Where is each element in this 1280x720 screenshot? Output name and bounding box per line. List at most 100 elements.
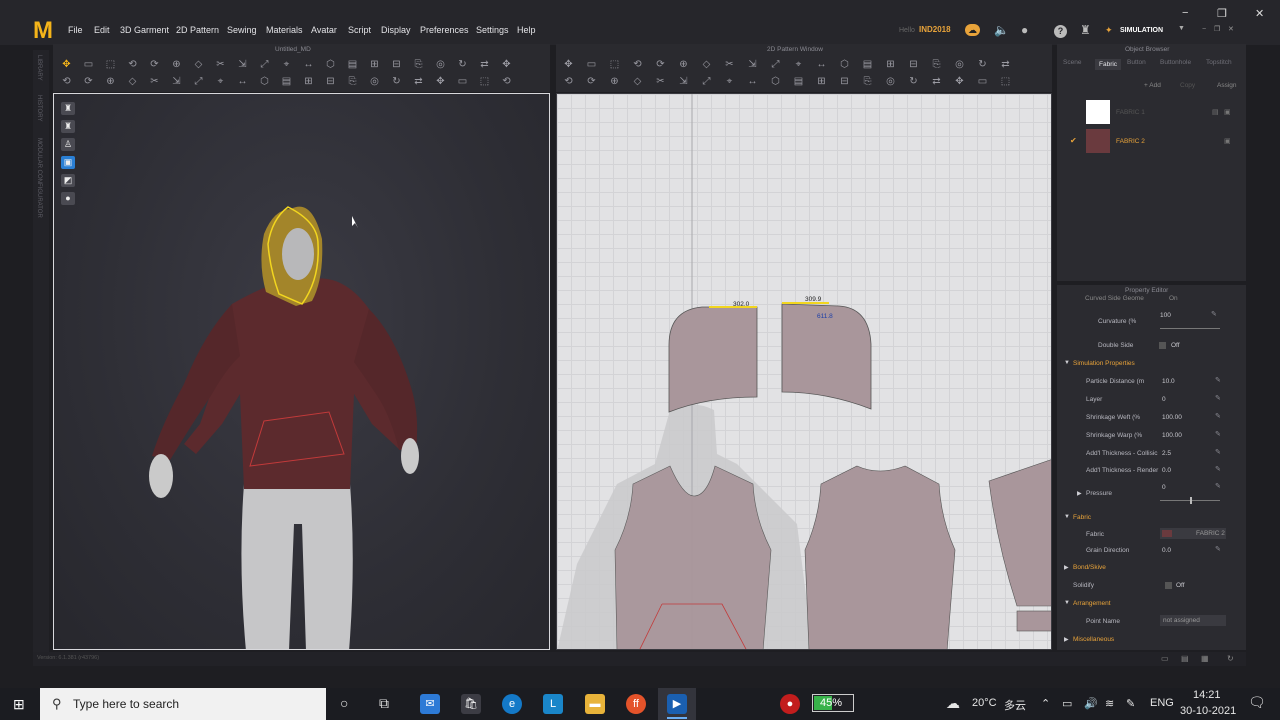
3d-tool-icon[interactable]: ⎘ — [412, 59, 425, 70]
3d-tool-icon[interactable]: ⊟ — [324, 76, 337, 87]
windows-start-icon[interactable]: ⊞ — [13, 696, 25, 713]
tab-topstitch[interactable]: Topstitch — [1206, 59, 1232, 66]
3d-tool-icon[interactable]: ↔ — [302, 59, 315, 70]
3d-tool-icon[interactable]: ⟳ — [148, 59, 161, 70]
2d-tool-icon[interactable]: ↻ — [976, 59, 989, 70]
miscellaneous-header[interactable]: Miscellaneous — [1073, 636, 1114, 643]
3d-tool-icon[interactable]: ◇ — [192, 59, 205, 70]
fabric-2-save-icon[interactable]: ▣ — [1224, 137, 1231, 145]
3d-tool-icon[interactable]: ✥ — [60, 59, 73, 70]
menu-display[interactable]: Display — [381, 25, 411, 35]
window-maximize-button[interactable]: ❐ — [1217, 7, 1227, 20]
2d-tool-icon[interactable]: ⇲ — [746, 59, 759, 70]
2d-tool-icon[interactable]: ⎘ — [861, 76, 874, 87]
2d-tool-icon[interactable]: ⇲ — [677, 76, 690, 87]
curvature-value[interactable]: 100 — [1160, 312, 1171, 319]
window-close-button[interactable]: ✕ — [1255, 7, 1264, 20]
tab-button[interactable]: Button — [1127, 59, 1146, 66]
clock-date[interactable]: 30-10-2021 — [1180, 705, 1236, 717]
taskbar-search-box[interactable]: ⚲ Type here to search — [40, 688, 326, 720]
window-minimize-button[interactable]: − — [1182, 7, 1188, 19]
shrinkage-weft-edit-icon[interactable]: ✎ — [1215, 412, 1221, 420]
2d-tool-icon[interactable]: ◇ — [631, 76, 644, 87]
lightshot-app-icon[interactable]: L — [543, 694, 563, 714]
file-explorer-icon[interactable]: ▬ — [585, 694, 605, 714]
grain-direction-edit-icon[interactable]: ✎ — [1215, 545, 1221, 553]
menu-settings[interactable]: Settings — [476, 25, 509, 35]
fabric-dropdown[interactable]: FABRIC 2 — [1160, 528, 1226, 539]
2d-tool-icon[interactable]: ↻ — [907, 76, 920, 87]
3d-tool-icon[interactable]: ⤢ — [258, 59, 271, 70]
pressure-edit-icon[interactable]: ✎ — [1215, 482, 1221, 490]
2d-tool-icon[interactable]: ⊕ — [608, 76, 621, 87]
shrinkage-warp-value[interactable]: 100.00 — [1162, 432, 1182, 439]
2d-tool-icon[interactable]: ⬚ — [999, 76, 1012, 87]
recorder-icon[interactable]: ● — [780, 694, 800, 714]
2d-tool-icon[interactable]: ◎ — [884, 76, 897, 87]
curved-side-value[interactable]: On — [1169, 295, 1178, 302]
2d-tool-icon[interactable]: ▤ — [792, 76, 805, 87]
arrangement-header[interactable]: Arrangement — [1073, 600, 1111, 607]
3d-tool-icon[interactable]: ⊕ — [104, 76, 117, 87]
3d-tool-icon[interactable]: ⌖ — [214, 76, 227, 87]
3d-tool-icon[interactable]: ⊞ — [302, 76, 315, 87]
thickness-render-value[interactable]: 0.0 — [1162, 467, 1171, 474]
3d-tool-icon[interactable]: ✂ — [214, 59, 227, 70]
menu-file[interactable]: File — [68, 25, 83, 35]
double-side-checkbox[interactable] — [1159, 342, 1166, 349]
wifi-icon[interactable]: ≋ — [1105, 697, 1114, 710]
fabric-section-toggle-icon[interactable]: ▼ — [1064, 514, 1070, 520]
pressure-slider-handle[interactable] — [1190, 497, 1192, 504]
assign-button[interactable]: Assign — [1217, 82, 1237, 89]
menu-materials[interactable]: Materials — [266, 25, 303, 35]
menu-script[interactable]: Script — [348, 25, 371, 35]
thickness-render-edit-icon[interactable]: ✎ — [1215, 465, 1221, 473]
cortana-icon[interactable]: ○ — [340, 695, 348, 711]
3d-tool-icon[interactable]: ⊞ — [368, 59, 381, 70]
weather-description[interactable]: 多云 — [1004, 697, 1026, 713]
2d-tool-icon[interactable]: ⊟ — [838, 76, 851, 87]
tab-buttonhole[interactable]: Buttonhole — [1160, 59, 1191, 66]
pressure-value[interactable]: 0 — [1162, 484, 1166, 491]
menu-2d-pattern[interactable]: 2D Pattern — [176, 25, 219, 35]
3d-tool-icon[interactable]: ▭ — [456, 76, 469, 87]
add-button[interactable]: + Add — [1144, 82, 1161, 89]
2d-tool-icon[interactable]: ⟲ — [631, 59, 644, 70]
thickness-collision-value[interactable]: 2.5 — [1162, 450, 1171, 457]
2d-tool-icon[interactable]: ⇄ — [999, 59, 1012, 70]
fabric-1-swatch[interactable] — [1086, 100, 1110, 124]
3d-tool-icon[interactable]: ⤢ — [192, 76, 205, 87]
refresh-icon[interactable]: ↻ — [1227, 654, 1234, 663]
2d-tool-icon[interactable]: ⬡ — [838, 59, 851, 70]
3d-tool-icon[interactable]: ⎘ — [346, 76, 359, 87]
help-icon[interactable]: ? — [1054, 25, 1067, 38]
3d-tool-icon[interactable]: ⊕ — [170, 59, 183, 70]
2d-tool-icon[interactable]: ⌖ — [723, 76, 736, 87]
3d-tool-icon[interactable]: ✂ — [148, 76, 161, 87]
3d-tool-icon[interactable]: ◎ — [434, 59, 447, 70]
fabric-1-delete-icon[interactable]: ▤ — [1212, 108, 1219, 116]
username[interactable]: IND2018 — [919, 25, 951, 34]
mode-label[interactable]: SIMULATION — [1120, 27, 1163, 34]
3d-tool-icon[interactable]: ⬚ — [478, 76, 491, 87]
menu-help[interactable]: Help — [517, 25, 536, 35]
shirt-icon[interactable]: ♜ — [1080, 23, 1091, 37]
menu-3d-garment[interactable]: 3D Garment — [120, 25, 169, 35]
3d-tool-icon[interactable]: ✥ — [500, 59, 513, 70]
2d-tool-icon[interactable]: ▭ — [585, 59, 598, 70]
solidify-checkbox[interactable] — [1165, 582, 1172, 589]
3d-tool-icon[interactable]: ↻ — [456, 59, 469, 70]
shrinkage-warp-edit-icon[interactable]: ✎ — [1215, 430, 1221, 438]
3d-tool-icon[interactable]: ⟲ — [126, 59, 139, 70]
store-app-icon[interactable]: 🛍 — [461, 694, 481, 714]
2d-tool-icon[interactable]: ◎ — [953, 59, 966, 70]
2d-pattern-viewport[interactable]: 302.0 309.9 611.8 — [556, 93, 1052, 650]
panel-close-icon[interactable]: ✕ — [1228, 25, 1234, 33]
3d-tool-icon[interactable]: ⇄ — [478, 59, 491, 70]
tab-scene[interactable]: Scene — [1063, 59, 1081, 66]
layer-value[interactable]: 0 — [1162, 396, 1166, 403]
thickness-collision-edit-icon[interactable]: ✎ — [1215, 448, 1221, 456]
particle-distance-edit-icon[interactable]: ✎ — [1215, 376, 1221, 384]
avatar-display-icon[interactable]: ♙ — [61, 138, 75, 151]
3d-tool-icon[interactable]: ↻ — [390, 76, 403, 87]
